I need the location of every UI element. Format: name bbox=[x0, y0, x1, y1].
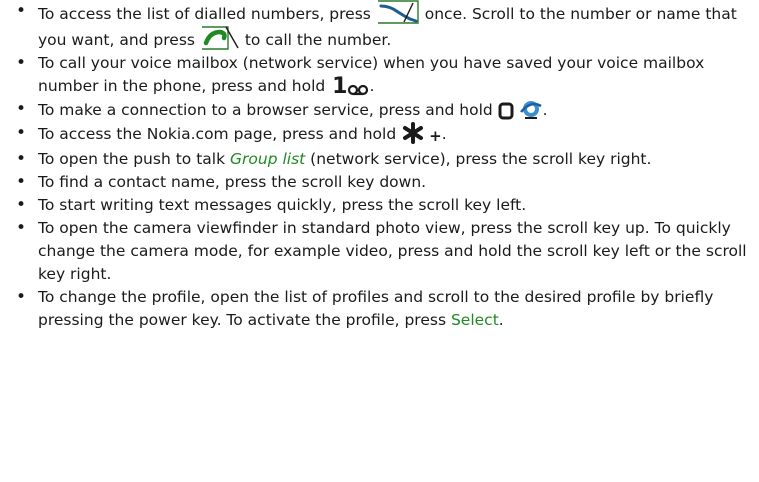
tip-text: to call the number. bbox=[244, 31, 392, 49]
list-item: To call your voice mailbox (network serv… bbox=[16, 52, 754, 98]
list-item: To change the profile, open the list of … bbox=[16, 286, 754, 332]
tip-text: To access the list of dialled numbers, p… bbox=[38, 5, 371, 23]
tip-text: To access the Nokia.com page, press and … bbox=[38, 125, 397, 143]
tip-text: . bbox=[498, 311, 504, 329]
tip-text: To open the camera viewfinder in standar… bbox=[38, 219, 747, 283]
tip-text: . bbox=[441, 125, 447, 143]
list-item: To find a contact name, press the scroll… bbox=[16, 171, 754, 194]
tip-text: To start writing text messages quickly, … bbox=[38, 196, 527, 214]
list-item: To make a connection to a browser servic… bbox=[16, 98, 754, 122]
list-item: To open the push to talk Group list (net… bbox=[16, 148, 754, 171]
tip-text: To make a connection to a browser servic… bbox=[38, 101, 493, 119]
select-softkey-label: Select bbox=[450, 311, 499, 329]
browser-icon bbox=[519, 98, 543, 120]
voicemail-icon bbox=[347, 82, 369, 96]
tip-text: To open the push to talk bbox=[38, 150, 226, 168]
plus-glyph: + bbox=[429, 127, 442, 145]
list-item: To start writing text messages quickly, … bbox=[16, 194, 754, 217]
tip-text: . bbox=[369, 77, 375, 95]
tip-text: . bbox=[542, 101, 548, 119]
list-item: To access the Nokia.com page, press and … bbox=[16, 122, 754, 148]
list-item: To open the camera viewfinder in standar… bbox=[16, 217, 754, 286]
tip-text: To find a contact name, press the scroll… bbox=[38, 173, 427, 191]
call-key-icon bbox=[200, 26, 240, 50]
group-list-link: Group list bbox=[230, 150, 306, 168]
star-key-icon bbox=[401, 122, 425, 144]
tip-text: (network service), press the scroll key … bbox=[310, 150, 652, 168]
zero-key-icon bbox=[498, 102, 514, 120]
tip-text: To change the profile, open the list of … bbox=[38, 288, 714, 329]
list-item: To access the list of dialled numbers, p… bbox=[16, 0, 754, 52]
tips-list: To access the list of dialled numbers, p… bbox=[16, 0, 754, 332]
manual-page: To access the list of dialled numbers, p… bbox=[0, 0, 759, 482]
end-key-icon bbox=[376, 0, 420, 24]
one-key-glyph: 1 bbox=[332, 74, 348, 99]
